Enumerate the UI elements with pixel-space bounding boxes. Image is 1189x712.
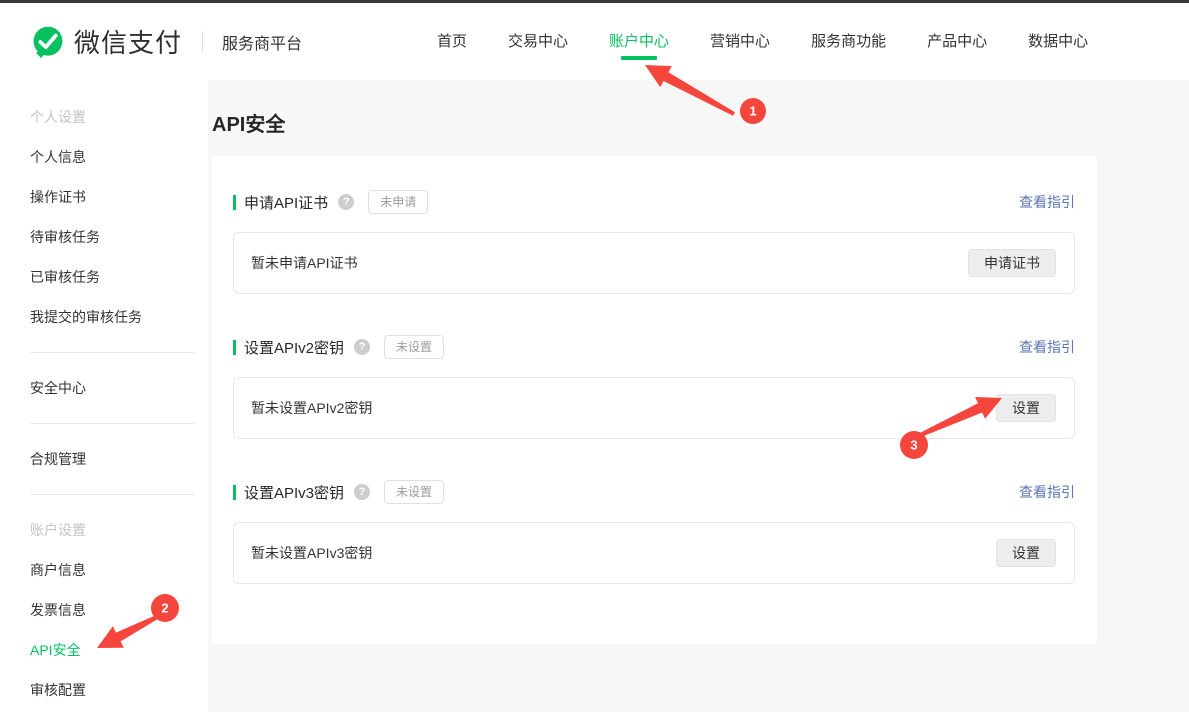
- section-marker: [233, 195, 236, 210]
- section-title: 设置APIv3密钥: [244, 482, 344, 503]
- sidebar-group-personal-settings: 个人设置: [0, 97, 208, 137]
- status-badge: 未设置: [384, 480, 444, 504]
- sidebar-item-security-center[interactable]: 安全中心: [0, 368, 208, 408]
- help-icon[interactable]: ?: [354, 484, 370, 500]
- empty-state-text: 暂未申请API证书: [251, 253, 358, 273]
- empty-state-box: 暂未设置APIv3密钥 设置: [233, 522, 1075, 584]
- set-apiv3-key-button[interactable]: 设置: [996, 539, 1056, 567]
- sidebar: 个人设置 个人信息 操作证书 待审核任务 已审核任务 我提交的审核任务 安全中心…: [0, 80, 208, 712]
- sidebar-item-invoice-info[interactable]: 发票信息: [0, 590, 208, 630]
- top-header: 微信支付 服务商平台 首页 交易中心 账户中心 营销中心 服务商功能 产品中心 …: [0, 3, 1189, 80]
- view-guide-link[interactable]: 查看指引: [1019, 337, 1075, 357]
- brand-area[interactable]: 微信支付 服务商平台: [31, 3, 302, 80]
- sidebar-group-account-settings: 账户设置: [0, 510, 208, 550]
- section-title: 设置APIv2密钥: [244, 337, 344, 358]
- empty-state-text: 暂未设置APIv2密钥: [251, 398, 372, 418]
- nav-item-product-center[interactable]: 产品中心: [927, 3, 987, 80]
- sidebar-item-personal-info[interactable]: 个人信息: [0, 137, 208, 177]
- empty-state-box: 暂未申请API证书 申请证书: [233, 232, 1075, 294]
- sidebar-divider: [30, 352, 195, 353]
- platform-label: 服务商平台: [222, 30, 302, 54]
- nav-item-account-center[interactable]: 账户中心: [609, 3, 669, 80]
- sidebar-item-reviewed-tasks[interactable]: 已审核任务: [0, 257, 208, 297]
- nav-item-marketing-center[interactable]: 营销中心: [710, 3, 770, 80]
- section-api-certificate: 申请API证书 ? 未申请 查看指引 暂未申请API证书 申请证书: [233, 189, 1075, 294]
- sidebar-divider: [30, 494, 195, 495]
- sidebar-item-operation-certificate[interactable]: 操作证书: [0, 177, 208, 217]
- sidebar-item-merchant-info[interactable]: 商户信息: [0, 550, 208, 590]
- empty-state-box: 暂未设置APIv2密钥 设置: [233, 377, 1075, 439]
- sidebar-item-api-security[interactable]: API安全: [0, 630, 208, 670]
- sidebar-item-compliance-management[interactable]: 合规管理: [0, 439, 208, 479]
- sidebar-item-pending-review-tasks[interactable]: 待审核任务: [0, 217, 208, 257]
- section-marker: [233, 340, 236, 355]
- nav-item-provider-features[interactable]: 服务商功能: [811, 3, 886, 80]
- empty-state-text: 暂未设置APIv3密钥: [251, 543, 372, 563]
- section-apiv2-key: 设置APIv2密钥 ? 未设置 查看指引 暂未设置APIv2密钥 设置: [233, 334, 1075, 439]
- sidebar-item-my-submitted-review-tasks[interactable]: 我提交的审核任务: [0, 297, 208, 337]
- view-guide-link[interactable]: 查看指引: [1019, 482, 1075, 502]
- help-icon[interactable]: ?: [338, 194, 354, 210]
- view-guide-link[interactable]: 查看指引: [1019, 192, 1075, 212]
- status-badge: 未设置: [384, 335, 444, 359]
- wechat-pay-logo-icon: [31, 25, 65, 59]
- nav-item-home[interactable]: 首页: [437, 3, 467, 80]
- nav-item-data-center[interactable]: 数据中心: [1028, 3, 1088, 80]
- sidebar-divider: [30, 423, 195, 424]
- main-nav: 首页 交易中心 账户中心 营销中心 服务商功能 产品中心 数据中心: [437, 3, 1088, 80]
- section-marker: [233, 485, 236, 500]
- section-apiv3-key: 设置APIv3密钥 ? 未设置 查看指引 暂未设置APIv3密钥 设置: [233, 479, 1075, 584]
- nav-item-transaction-center[interactable]: 交易中心: [508, 3, 568, 80]
- sidebar-item-review-config[interactable]: 审核配置: [0, 670, 208, 710]
- main-content: API安全 申请API证书 ? 未申请 查看指引 暂未申请API证书 申请证书: [208, 80, 1189, 712]
- status-badge: 未申请: [368, 190, 428, 214]
- api-security-card: 申请API证书 ? 未申请 查看指引 暂未申请API证书 申请证书 设置APIv…: [212, 156, 1097, 644]
- brand-divider: [202, 31, 203, 53]
- set-apiv2-key-button[interactable]: 设置: [996, 394, 1056, 422]
- page-title: API安全: [212, 108, 1189, 137]
- help-icon[interactable]: ?: [354, 339, 370, 355]
- brand-title: 微信支付: [74, 23, 182, 60]
- apply-certificate-button[interactable]: 申请证书: [968, 249, 1056, 277]
- section-title: 申请API证书: [244, 192, 328, 213]
